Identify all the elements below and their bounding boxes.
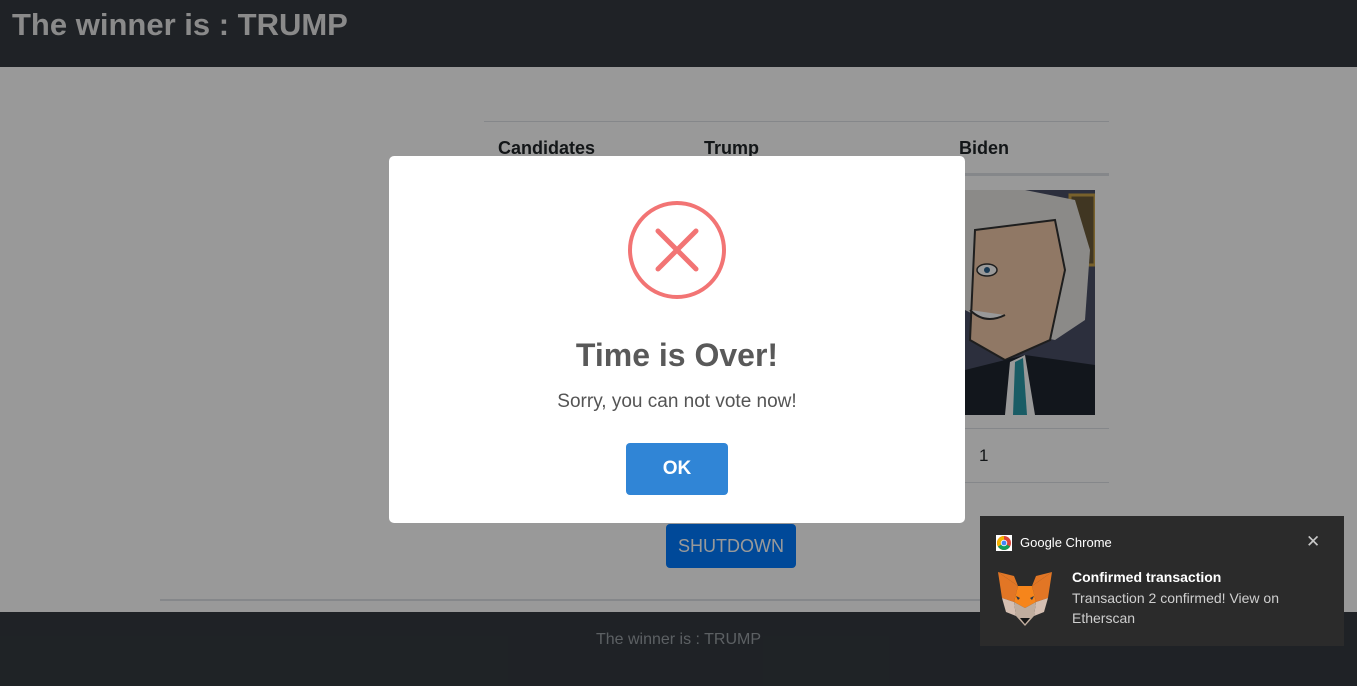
modal-text: Sorry, you can not vote now! [557, 391, 797, 412]
ok-button[interactable]: OK [626, 443, 728, 495]
chrome-notification[interactable]: Google Chrome ✕ Confirmed transaction Tr… [980, 516, 1344, 646]
notification-body: Transaction 2 confirmed! View on Ethersc… [1072, 590, 1279, 626]
chrome-icon [996, 535, 1012, 551]
close-icon[interactable]: ✕ [1306, 532, 1320, 552]
error-x-icon [628, 201, 726, 299]
notification-app-name: Google Chrome [1020, 535, 1112, 550]
metamask-fox-icon [998, 572, 1052, 626]
notification-title: Confirmed transaction [1072, 569, 1222, 585]
alert-modal: Time is Over! Sorry, you can not vote no… [389, 156, 965, 523]
modal-title: Time is Over! [575, 337, 779, 373]
